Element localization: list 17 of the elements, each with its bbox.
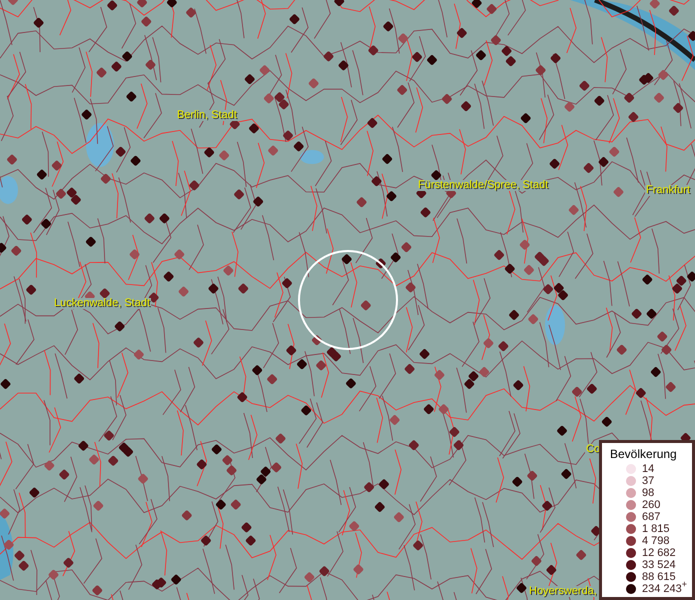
place-label: Frankfurt — [645, 185, 692, 196]
legend-title: Bevölkerung — [610, 447, 678, 461]
legend-value: 12 682 — [642, 548, 676, 558]
legend-value: 33 524 — [642, 560, 676, 570]
place-label: Luckenwalde, Stadt — [53, 298, 152, 309]
legend-value: 98 — [642, 488, 654, 498]
legend-value: 4 798 — [642, 536, 670, 546]
legend-value: 234 243$^{+}$ — [642, 584, 688, 594]
place-label: Fürstenwalde/Spree, Stadt — [417, 180, 550, 191]
legend-value: 14 — [642, 464, 654, 474]
legend-value: 260 — [642, 500, 660, 510]
place-label: Hoyerswerda, — [528, 586, 598, 597]
legend-value: 88 615 — [642, 572, 676, 582]
place-label: Berlin, Stadt — [176, 110, 238, 121]
legend-value: 1 815 — [642, 524, 670, 534]
legend-value: 687 — [642, 512, 660, 522]
legend-value: 37 — [642, 476, 654, 486]
